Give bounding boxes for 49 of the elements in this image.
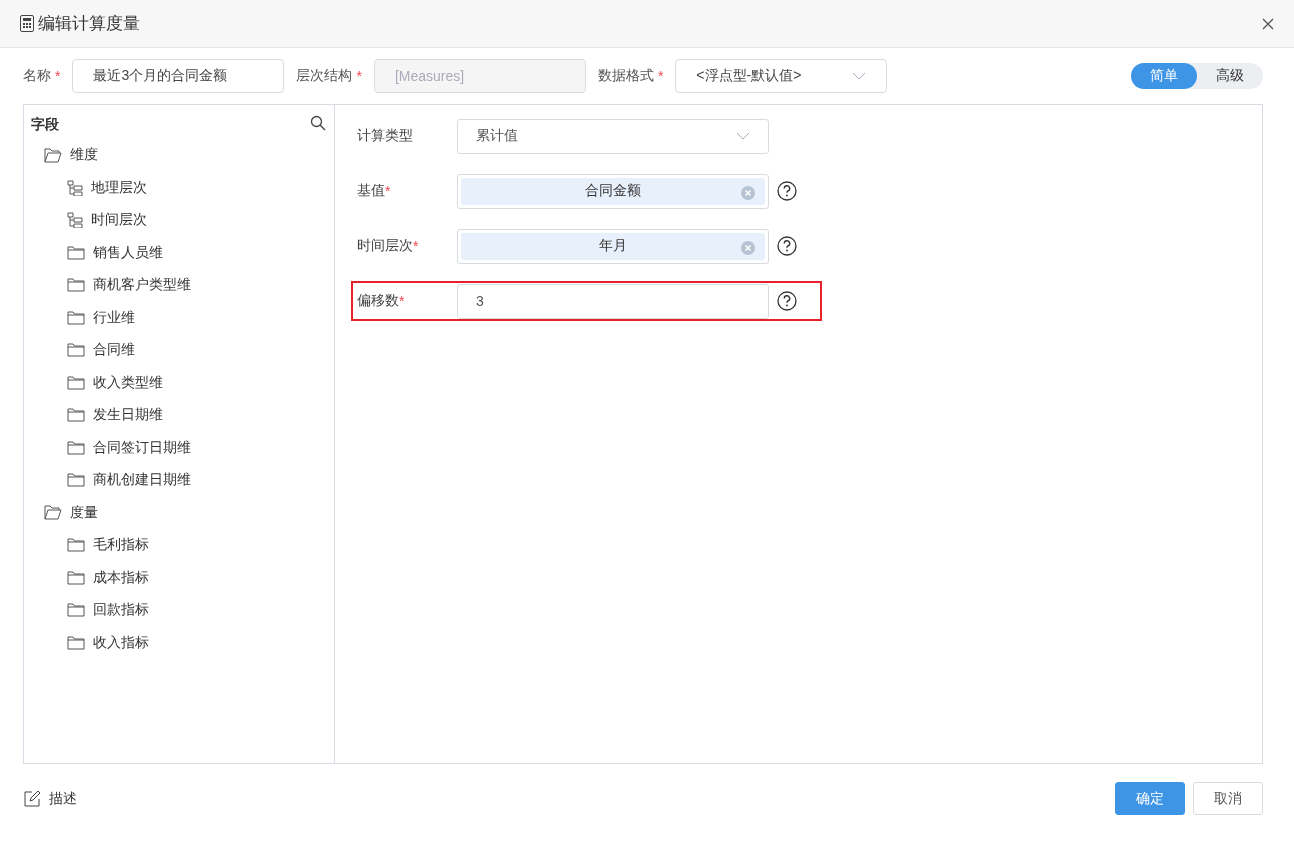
field-label: 数据格式: [597, 67, 654, 85]
tree-item[interactable]: 度量: [70, 503, 98, 522]
tree-item[interactable]: 商机创建日期维: [93, 471, 191, 490]
tree-item[interactable]: 收入类型维: [93, 373, 163, 392]
tree-item[interactable]: 地理层次: [91, 178, 147, 197]
form-label: 基值: [357, 182, 385, 200]
tree-item[interactable]: 毛利指标: [93, 536, 149, 555]
required-asterisk: *: [657, 68, 664, 84]
window-title: 编辑计算度量: [38, 13, 140, 35]
tree-item[interactable]: 商机客户类型维: [93, 276, 191, 295]
help-icon[interactable]: [777, 181, 797, 201]
cancel-button[interactable]: 取消: [1193, 782, 1263, 815]
mode-toggle-button[interactable]: 高级: [1197, 63, 1263, 89]
required-asterisk: *: [356, 68, 362, 84]
text-field[interactable]: 最近3个月的合同金额: [72, 59, 285, 93]
form-label: 时间层次: [357, 237, 413, 255]
tree-item[interactable]: 发生日期维: [93, 406, 163, 425]
panel-title: 字段: [31, 115, 59, 134]
close-icon[interactable]: [1262, 17, 1274, 30]
search-icon[interactable]: [310, 115, 326, 131]
chevron-down-icon: [736, 132, 750, 140]
help-icon[interactable]: [777, 236, 797, 256]
edit-icon[interactable]: [23, 789, 41, 808]
format-select[interactable]: <浮点型-默认值>: [675, 59, 888, 93]
description-link[interactable]: 描述: [49, 789, 77, 808]
input-field[interactable]: 3: [457, 283, 769, 319]
tree-item[interactable]: 销售人员维: [93, 243, 163, 262]
help-icon[interactable]: [777, 291, 797, 311]
tree-item[interactable]: 维度: [70, 146, 98, 165]
tree-item[interactable]: 收入指标: [93, 633, 149, 652]
tree-item[interactable]: 成本指标: [93, 568, 149, 587]
required-asterisk: *: [55, 68, 61, 84]
tree-item[interactable]: 合同签订日期维: [93, 438, 191, 457]
form-label: 偏移数: [357, 292, 399, 310]
required-asterisk: *: [413, 238, 419, 254]
form-label: 计算类型: [357, 127, 413, 145]
required-asterisk: *: [385, 183, 391, 199]
calculator-icon: [20, 15, 34, 32]
select-field[interactable]: 累计值: [457, 118, 769, 154]
tree-item[interactable]: 回款指标: [93, 601, 149, 620]
required-asterisk: *: [399, 293, 405, 309]
tree-item[interactable]: 时间层次: [91, 211, 147, 230]
chevron-down-icon: [852, 72, 867, 80]
hierarchy-icon: [67, 212, 83, 229]
field-label: 层次结构: [296, 67, 353, 85]
hierarchy-icon: [67, 179, 83, 196]
field-label: 名称: [23, 67, 51, 85]
tree-item[interactable]: 行业维: [93, 308, 135, 327]
tree-item[interactable]: 合同维: [93, 341, 135, 360]
